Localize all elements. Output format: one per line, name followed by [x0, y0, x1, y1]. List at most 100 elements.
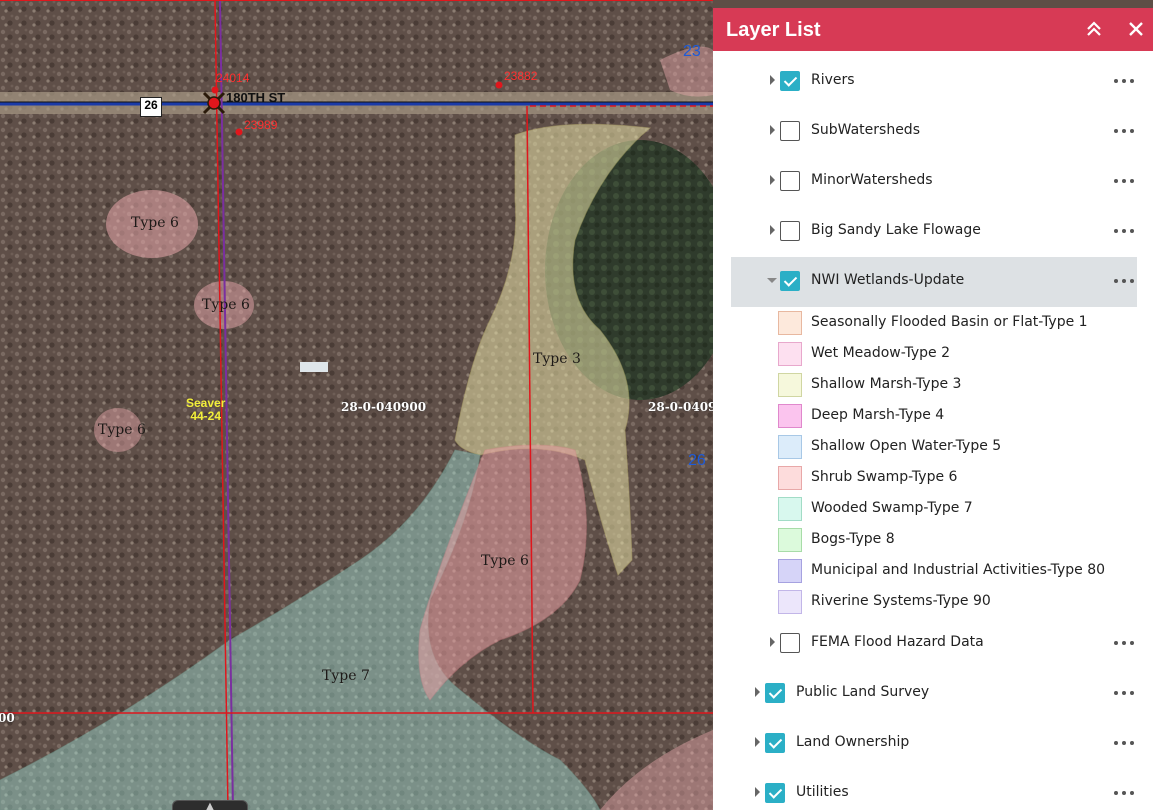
layer-checkbox[interactable]	[780, 633, 800, 653]
legend-label: Shallow Open Water-Type 5	[811, 438, 1002, 454]
parcel-id-label: 28-0-04090	[648, 400, 713, 414]
layer-row-subwatersheds[interactable]: SubWatersheds	[731, 107, 1137, 157]
ellipsis-icon[interactable]	[1114, 272, 1136, 288]
legend-swatch	[778, 528, 802, 552]
layer-label: Land Ownership	[796, 734, 910, 750]
ellipsis-icon[interactable]	[1114, 734, 1136, 750]
ellipsis-icon[interactable]	[1114, 72, 1136, 88]
double-chevron-up-icon	[1087, 21, 1101, 36]
route-shield: 26	[140, 97, 162, 117]
legend-item: Deep Marsh-Type 4	[778, 402, 1138, 430]
ellipsis-icon[interactable]	[1114, 222, 1136, 238]
attribute-table-handle[interactable]: ▲	[172, 800, 248, 810]
legend-swatch	[778, 342, 802, 366]
legend-label: Shrub Swamp-Type 6	[811, 469, 958, 485]
caret-right-icon[interactable]	[770, 75, 775, 85]
layer-checkbox[interactable]	[780, 221, 800, 241]
legend-label: Bogs-Type 8	[811, 531, 895, 547]
layer-checkbox[interactable]	[765, 683, 785, 703]
legend-label: Wooded Swamp-Type 7	[811, 500, 973, 516]
edge-label: 00	[0, 711, 15, 725]
layer-checkbox[interactable]	[765, 733, 785, 753]
address-point	[235, 128, 243, 136]
legend-item: Wet Meadow-Type 2	[778, 340, 1138, 368]
layer-label: Utilities	[796, 784, 849, 800]
section-number-label: 26	[688, 452, 706, 469]
ellipsis-icon[interactable]	[1114, 784, 1136, 800]
layer-row-nwi-wetlands[interactable]: NWI Wetlands-Update	[731, 257, 1137, 307]
collapse-button[interactable]	[1081, 16, 1107, 42]
wetland-label: Type 6	[98, 422, 146, 438]
layer-label: MinorWatersheds	[811, 172, 933, 188]
wetland-label: Type 6	[481, 553, 529, 569]
caret-right-icon[interactable]	[755, 687, 760, 697]
legend-swatch	[778, 590, 802, 614]
wetland-label: Type 3	[533, 351, 581, 367]
layer-checkbox[interactable]	[765, 783, 785, 803]
layer-row-fema-flood-hazard[interactable]: FEMA Flood Hazard Data	[731, 619, 1137, 669]
wetland-label: Type 7	[322, 668, 370, 684]
legend-swatch	[778, 559, 802, 583]
legend-item: Shallow Open Water-Type 5	[778, 433, 1138, 461]
layer-label: Big Sandy Lake Flowage	[811, 222, 981, 238]
close-icon	[1129, 22, 1143, 36]
layer-row-minorwatersheds[interactable]: MinorWatersheds	[731, 157, 1137, 207]
ellipsis-icon[interactable]	[1114, 122, 1136, 138]
caret-right-icon[interactable]	[770, 125, 775, 135]
wetland-label: Type 6	[131, 215, 179, 231]
legend-item: Wooded Swamp-Type 7	[778, 495, 1138, 523]
close-button[interactable]	[1123, 16, 1149, 42]
layer-checkbox[interactable]	[780, 271, 800, 291]
address-label: 23989	[244, 118, 278, 132]
legend-label: Riverine Systems-Type 90	[811, 593, 991, 609]
map-view[interactable]: Type 6 Type 6 Type 6 Type 3 Type 6 Type …	[0, 0, 713, 810]
layer-list-panel: Layer List Rivers SubWatersheds MinorWat…	[713, 8, 1153, 810]
ellipsis-icon[interactable]	[1114, 172, 1136, 188]
layer-checkbox[interactable]	[780, 171, 800, 191]
legend-swatch	[778, 435, 802, 459]
legend-label: Deep Marsh-Type 4	[811, 407, 945, 423]
wetland-label: Type 6	[202, 297, 250, 313]
layer-label: FEMA Flood Hazard Data	[811, 634, 984, 650]
place-label-line: 44-24	[190, 409, 222, 423]
caret-right-icon[interactable]	[755, 787, 760, 797]
legend-item: Riverine Systems-Type 90	[778, 588, 1138, 616]
layer-label: Rivers	[811, 72, 855, 88]
layer-label: Public Land Survey	[796, 684, 930, 700]
legend-swatch	[778, 497, 802, 521]
address-point	[211, 86, 219, 94]
legend-label: Shallow Marsh-Type 3	[811, 376, 962, 392]
legend-swatch	[778, 404, 802, 428]
ellipsis-icon[interactable]	[1114, 634, 1136, 650]
layer-checkbox[interactable]	[780, 121, 800, 141]
street-label: 180TH ST	[226, 90, 286, 105]
address-point	[495, 81, 503, 89]
legend-swatch	[778, 373, 802, 397]
panel-title: Layer List	[726, 19, 821, 41]
place-label: Seaver 44-24	[186, 397, 225, 423]
caret-right-icon[interactable]	[770, 637, 775, 647]
layer-row-public-land-survey[interactable]: Public Land Survey	[731, 669, 1137, 719]
layer-row-land-ownership[interactable]: Land Ownership	[731, 719, 1137, 769]
caret-down-icon[interactable]	[767, 278, 777, 283]
legend-swatch	[778, 311, 802, 335]
caret-right-icon[interactable]	[755, 737, 760, 747]
layer-row-big-sandy-lake-flowage[interactable]: Big Sandy Lake Flowage	[731, 207, 1137, 257]
ellipsis-icon[interactable]	[1114, 684, 1136, 700]
legend-item: Shallow Marsh-Type 3	[778, 371, 1138, 399]
layer-checkbox[interactable]	[780, 71, 800, 91]
legend-item: Municipal and Industrial Activities-Type…	[778, 557, 1138, 585]
caret-right-icon[interactable]	[770, 175, 775, 185]
legend-item: Shrub Swamp-Type 6	[778, 464, 1138, 492]
legend-label: Seasonally Flooded Basin or Flat-Type 1	[811, 314, 1088, 330]
legend-label: Municipal and Industrial Activities-Type…	[811, 562, 1106, 578]
legend-label: Wet Meadow-Type 2	[811, 345, 951, 361]
caret-right-icon[interactable]	[770, 225, 775, 235]
layer-label: NWI Wetlands-Update	[811, 272, 965, 288]
address-label: 23882	[504, 69, 538, 83]
parcel-id-label: 28-0-040900	[341, 400, 427, 414]
layer-row-rivers[interactable]: Rivers	[731, 57, 1137, 107]
panel-header: Layer List	[713, 8, 1153, 51]
legend-item: Bogs-Type 8	[778, 526, 1138, 554]
layer-row-utilities[interactable]: Utilities	[731, 769, 1137, 810]
